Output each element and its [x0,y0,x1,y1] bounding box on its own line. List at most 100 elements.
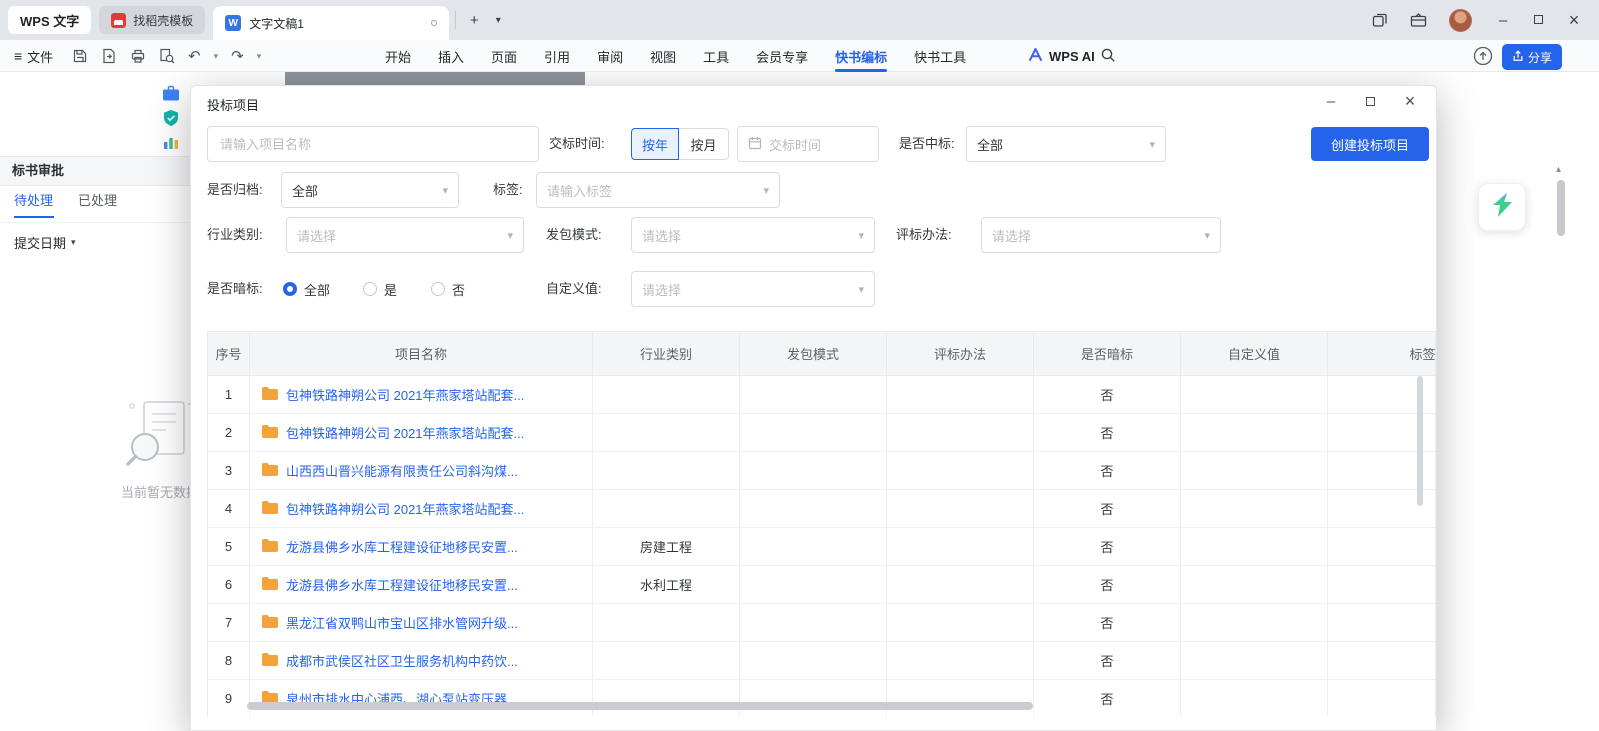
search-icon[interactable] [1100,47,1116,68]
chevron-down-icon: ▾ [763,184,769,197]
table-row[interactable]: 8 成都市武侯区社区卫生服务机构中药饮... 否 [208,642,1436,680]
table-row[interactable]: 9 泉州市排水中心浦西、湖心泵站变压器... 否 [208,680,1436,717]
dialog-minimize-button[interactable]: – [1323,93,1339,110]
table-row[interactable]: 1 包神铁路神朔公司 2021年燕家塔站配套... 否 [208,376,1436,414]
create-project-button[interactable]: 创建投标项目 [1311,127,1429,161]
multi-window-icon[interactable] [1372,12,1388,28]
project-link[interactable]: 黑龙江省双鸭山市宝山区排水管网升级... [286,613,518,632]
cell-industry [593,490,740,527]
scroll-up-icon[interactable]: ▴ [1556,164,1561,175]
ribbon-tab-tools[interactable]: 工具 [703,40,729,72]
export-pdf-icon[interactable] [101,48,117,64]
dark-option-yes[interactable]: 是 [363,271,397,307]
hamburger-icon: ≡ [14,48,22,64]
custom-placeholder: 请选择 [642,280,681,299]
briefcase-icon[interactable] [162,85,180,107]
docer-template-tab[interactable]: 找稻壳模板 [99,6,205,34]
kuaishu-float-button[interactable] [1478,183,1526,231]
document-vertical-scrollbar[interactable] [1557,180,1565,236]
ribbon-tab-reference[interactable]: 引用 [544,40,570,72]
tab-label: 文字文稿1 [249,15,304,32]
user-avatar[interactable] [1449,9,1472,32]
table-row[interactable]: 5 龙游县佛乡水库工程建设征地移民安置... 房建工程 否 [208,528,1436,566]
ribbon-tab-kuaishu-bid[interactable]: 快书编标 [835,40,887,72]
submit-date-filter[interactable]: 提交日期 ▾ [14,231,76,253]
print-icon[interactable] [130,48,146,64]
table-row[interactable]: 7 黑龙江省双鸭山市宝山区排水管网升级... 否 [208,604,1436,642]
ribbon-tab-kuaishu-tools[interactable]: 快书工具 [914,40,966,72]
undo-chevron-icon[interactable]: ▾ [214,51,219,62]
project-name-input[interactable] [207,126,539,162]
undo-icon[interactable]: ↶ [188,47,201,65]
bid-date-input[interactable]: 交标时间 [737,126,879,162]
dark-option-all[interactable]: 全部 [283,271,330,307]
folder-icon [262,425,278,441]
cell-evaluation [887,680,1034,717]
app-menu-button[interactable]: WPS 文字 [8,6,91,34]
ribbon-tab-insert[interactable]: 插入 [438,40,464,72]
cell-evaluation [887,414,1034,451]
project-link[interactable]: 包神铁路神朔公司 2021年燕家塔站配套... [286,499,524,518]
wps-ai-button[interactable]: WPS AI [1028,40,1095,72]
new-tab-button[interactable]: + [462,8,486,32]
save-icon[interactable] [72,48,88,64]
cell-custom [1181,604,1328,641]
window-restore-button[interactable] [1534,11,1543,29]
print-preview-icon[interactable] [159,48,175,64]
ribbon-tab-review[interactable]: 审阅 [597,40,623,72]
dialog-close-button[interactable]: × [1402,91,1418,112]
window-minimize-button[interactable]: – [1494,12,1512,29]
col-header-no: 序号 [208,332,250,375]
project-link[interactable]: 包神铁路神朔公司 2021年燕家塔站配套... [286,385,524,404]
contract-select[interactable]: 请选择 ▾ [631,217,875,253]
cell-evaluation [887,452,1034,489]
ribbon-tab-page[interactable]: 页面 [491,40,517,72]
tab-pending[interactable]: 待处理 [14,190,53,216]
industry-select[interactable]: 请选择 ▾ [286,217,524,253]
share-button[interactable]: 分享 [1502,44,1562,70]
project-link[interactable]: 龙游县佛乡水库工程建设征地移民安置... [286,575,518,594]
chevron-down-icon: ▾ [442,184,448,197]
by-month-button[interactable]: 按月 [679,128,729,160]
app-center-icon[interactable] [1410,12,1427,28]
document-tab-active[interactable]: W 文字文稿1 [213,6,449,40]
table-horizontal-scrollbar[interactable] [247,702,1033,710]
ribbon-tab-home[interactable]: 开始 [385,40,411,72]
ribbon-tab-membership[interactable]: 会员专享 [756,40,808,72]
project-link[interactable]: 成都市武侯区社区卫生服务机构中药饮... [286,651,518,670]
dialog-maximize-button[interactable] [1366,93,1375,111]
upload-icon[interactable] [1472,45,1494,72]
chart-icon[interactable] [162,133,180,156]
is-archived-select[interactable]: 全部 ▾ [281,172,459,208]
tab-list-chevron[interactable]: ▾ [486,8,510,32]
shield-icon[interactable] [162,109,180,132]
tab-processed[interactable]: 已处理 [78,190,117,216]
cell-no: 8 [208,642,250,679]
table-row[interactable]: 6 龙游县佛乡水库工程建设征地移民安置... 水利工程 否 [208,566,1436,604]
custom-value-select[interactable]: 请选择 ▾ [631,271,875,307]
evaluation-select[interactable]: 请选择 ▾ [981,217,1221,253]
project-link[interactable]: 山西西山晋兴能源有限责任公司斜沟煤... [286,461,518,480]
redo-chevron-icon[interactable]: ▾ [257,51,262,62]
cell-contract [740,490,887,527]
file-menu-button[interactable]: ≡ 文件 [14,40,53,72]
ribbon-tab-view[interactable]: 视图 [650,40,676,72]
table-vertical-scrollbar[interactable] [1417,376,1423,506]
dark-option-no[interactable]: 否 [431,271,465,307]
word-doc-icon: W [225,15,241,31]
redo-icon[interactable]: ↷ [231,47,244,65]
cell-industry [593,376,740,413]
tag-input[interactable]: 请输入标签 ▾ [536,172,780,208]
active-tab-underline [14,216,54,218]
project-link[interactable]: 包神铁路神朔公司 2021年燕家塔站配套... [286,423,524,442]
cell-dark: 否 [1034,642,1181,679]
window-close-button[interactable]: × [1565,10,1583,31]
table-row[interactable]: 2 包神铁路神朔公司 2021年燕家塔站配套... 否 [208,414,1436,452]
table-row[interactable]: 4 包神铁路神朔公司 2021年燕家塔站配套... 否 [208,490,1436,528]
project-link[interactable]: 龙游县佛乡水库工程建设征地移民安置... [286,537,518,556]
is-win-select[interactable]: 全部 ▾ [966,126,1166,162]
cell-tag [1328,604,1436,641]
tag-label: 标签: [493,172,523,208]
by-year-button[interactable]: 按年 [631,128,679,160]
table-row[interactable]: 3 山西西山晋兴能源有限责任公司斜沟煤... 否 [208,452,1436,490]
